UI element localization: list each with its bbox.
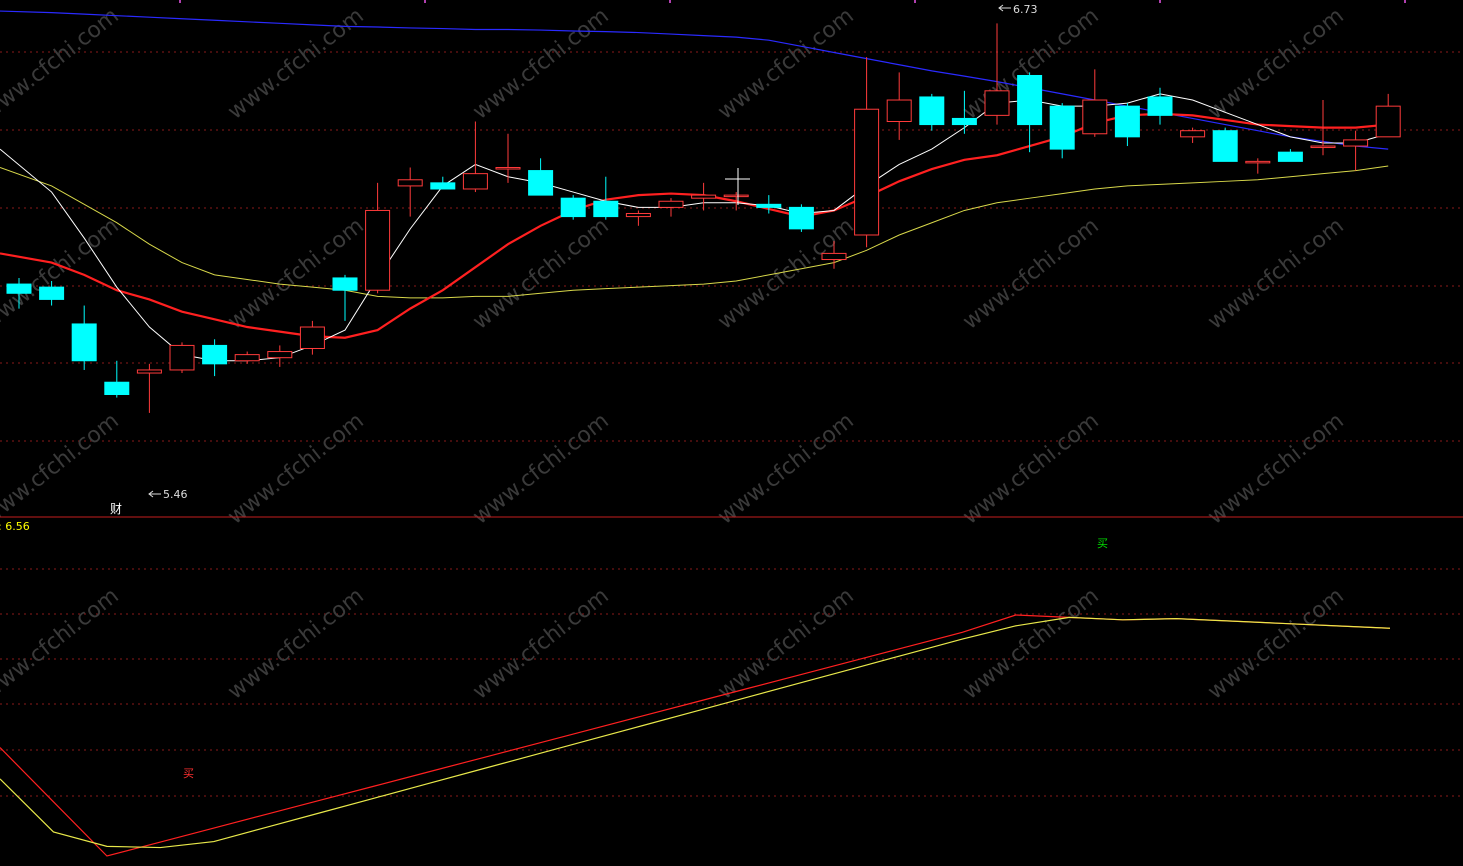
candle-body bbox=[234, 354, 260, 362]
candle-body bbox=[267, 351, 293, 359]
candle-body bbox=[528, 170, 554, 196]
candle-body bbox=[560, 197, 586, 218]
candle-body bbox=[1147, 96, 1173, 116]
candle-body bbox=[1343, 139, 1369, 147]
candle-body bbox=[1049, 105, 1075, 150]
candle-body bbox=[1082, 99, 1108, 135]
candle-body bbox=[136, 369, 162, 374]
candle-body bbox=[1017, 74, 1043, 126]
candle[interactable] bbox=[169, 342, 195, 374]
candle-body bbox=[625, 213, 651, 218]
candle-body bbox=[1180, 130, 1206, 138]
candle-body bbox=[397, 179, 423, 187]
candle-body bbox=[1245, 160, 1271, 164]
candle-body bbox=[332, 277, 358, 291]
candle-body bbox=[299, 326, 325, 349]
stock-chart: www.cfchi.com www.cfchi.com www.cfchi.com w… bbox=[0, 0, 1463, 866]
candle-body bbox=[6, 283, 32, 294]
candle-body bbox=[919, 96, 945, 126]
candle-body bbox=[691, 194, 717, 199]
candle[interactable] bbox=[1212, 127, 1238, 162]
candle-body bbox=[430, 182, 456, 190]
candle-body bbox=[788, 206, 814, 230]
candle-body bbox=[756, 203, 782, 208]
candle-body bbox=[1310, 145, 1336, 149]
candle[interactable] bbox=[560, 195, 586, 220]
candle-body bbox=[951, 117, 977, 126]
candle-body bbox=[984, 90, 1010, 116]
candle-body bbox=[202, 344, 228, 365]
candle-body bbox=[39, 286, 65, 300]
indicator-value-label: : 6.56 bbox=[0, 520, 30, 533]
candle-body bbox=[593, 200, 619, 218]
candle-body bbox=[1277, 151, 1303, 162]
candle-body bbox=[723, 194, 749, 198]
candle[interactable] bbox=[788, 204, 814, 232]
candle-body bbox=[821, 252, 847, 261]
candle-body bbox=[495, 167, 521, 170]
candle-body bbox=[104, 381, 130, 396]
candle-body bbox=[886, 99, 912, 122]
candle-body bbox=[169, 344, 195, 371]
candle-body bbox=[854, 108, 880, 236]
candle-body bbox=[462, 173, 488, 190]
buy-signal-red: 买 bbox=[183, 767, 194, 780]
buy-signal-green: 买 bbox=[1097, 537, 1108, 550]
candle-body bbox=[71, 323, 97, 362]
candle-body bbox=[365, 209, 391, 291]
high-price-label: 6.73 bbox=[1013, 3, 1038, 16]
candle-body bbox=[658, 200, 684, 208]
candle-body bbox=[1114, 105, 1140, 138]
low-price-label: 5.46 bbox=[163, 488, 188, 501]
finance-event-marker[interactable]: 财 bbox=[110, 502, 122, 516]
candle-body bbox=[1212, 130, 1238, 162]
candle-body bbox=[1375, 105, 1401, 138]
